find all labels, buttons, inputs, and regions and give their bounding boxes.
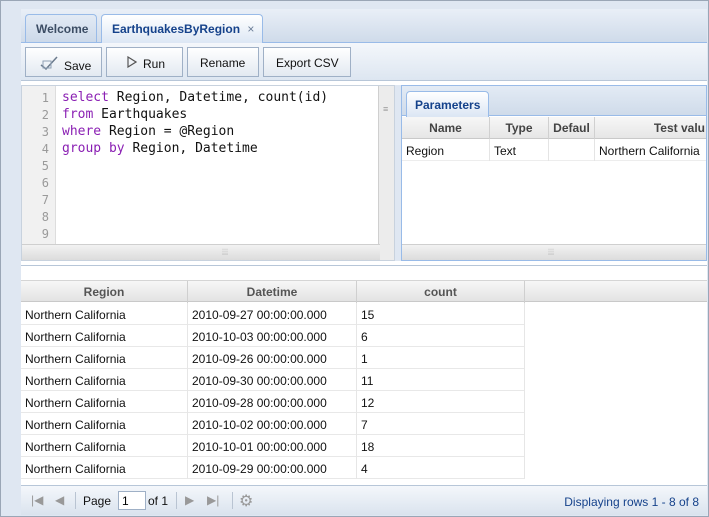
scroll-grip-icon: ⦙⦙⦙ xyxy=(548,247,555,257)
line-number: 4 xyxy=(41,142,49,156)
cell-region: Northern California xyxy=(21,435,188,457)
first-page-icon[interactable]: |◀ xyxy=(31,493,43,507)
tab-parameters[interactable]: Parameters xyxy=(406,91,490,117)
cell-region: Northern California xyxy=(21,457,188,479)
param-name[interactable]: Region xyxy=(402,139,490,161)
line-number: 6 xyxy=(41,176,49,190)
line-number: 3 xyxy=(41,125,49,139)
scroll-grip-icon: ⦙⦙⦙ xyxy=(222,247,229,257)
table-row[interactable]: Northern California 2010-10-03 00:00:00.… xyxy=(21,325,525,347)
cell-count: 18 xyxy=(357,435,525,457)
toolbar-separator xyxy=(176,492,177,509)
cell-datetime: 2010-10-02 00:00:00.000 xyxy=(188,413,357,435)
toolbar-separator xyxy=(75,492,76,509)
results-header: Region Datetime count xyxy=(21,280,707,303)
table-row[interactable]: Region Text Northern California xyxy=(402,139,706,161)
cell-region: Northern California xyxy=(21,303,188,325)
export-csv-button[interactable]: Export CSV xyxy=(263,47,351,77)
cell-count: 11 xyxy=(357,369,525,391)
cell-datetime: 2010-09-26 00:00:00.000 xyxy=(188,347,357,369)
cell-count: 4 xyxy=(357,457,525,479)
close-icon[interactable]: × xyxy=(247,22,254,36)
table-row[interactable]: Northern California 2010-10-01 00:00:00.… xyxy=(21,435,525,457)
line-number: 2 xyxy=(41,108,49,122)
sql-editor[interactable]: 1 2 3 4 5 6 7 8 9 10 select Region, Date… xyxy=(21,85,395,261)
code-line: group by Region, Datetime xyxy=(62,141,258,156)
query-panel: Save Run Rename Export CSV 1 2 3 4 5 6 7… xyxy=(21,43,707,515)
param-test-value[interactable]: Northern California xyxy=(595,139,706,161)
column-header-name[interactable]: Name xyxy=(402,117,490,139)
code-line: from Earthquakes xyxy=(62,107,188,122)
column-header-count[interactable]: count xyxy=(357,281,525,303)
parameters-panel: Parameters Name Type Defaul Test valu Re… xyxy=(401,85,707,261)
cell-region: Northern California xyxy=(21,413,188,435)
cell-count: 15 xyxy=(357,303,525,325)
scroll-grip-icon: ≡ xyxy=(383,104,389,114)
tab-label: EarthquakesByRegion xyxy=(112,22,241,36)
table-row[interactable]: Northern California 2010-09-28 00:00:00.… xyxy=(21,391,525,413)
cell-datetime: 2010-10-03 00:00:00.000 xyxy=(188,325,357,347)
page-label: Page xyxy=(83,494,112,508)
cell-datetime: 2010-09-27 00:00:00.000 xyxy=(188,303,357,325)
refresh-icon[interactable]: ⚙ xyxy=(239,491,253,511)
line-number: 8 xyxy=(41,210,49,224)
line-number: 9 xyxy=(41,227,49,241)
line-number: 5 xyxy=(41,159,49,173)
results-grid: Region Datetime count Northern Californi… xyxy=(21,265,707,485)
page-count-label: of 1 xyxy=(148,494,169,508)
tab-earthquakes-by-region[interactable]: EarthquakesByRegion × xyxy=(101,14,264,44)
toolbar: Save Run Rename Export CSV xyxy=(21,43,707,81)
column-header-default[interactable]: Defaul xyxy=(549,117,595,139)
cell-count: 7 xyxy=(357,413,525,435)
column-header-test-value[interactable]: Test valu xyxy=(595,117,706,139)
table-row[interactable]: Northern California 2010-09-27 00:00:00.… xyxy=(21,303,525,325)
cell-datetime: 2010-09-29 00:00:00.000 xyxy=(188,457,357,479)
cell-count: 6 xyxy=(357,325,525,347)
cell-datetime: 2010-09-30 00:00:00.000 xyxy=(188,369,357,391)
previous-page-icon[interactable]: ◀ xyxy=(55,493,64,507)
parameters-horizontal-scrollbar[interactable]: ⦙⦙⦙ xyxy=(402,244,706,260)
param-type[interactable]: Text xyxy=(490,139,549,161)
toolbar-separator xyxy=(232,492,233,509)
paging-toolbar: |◀ ◀ Page of 1 ▶ ▶| ⚙ Displaying rows 1 … xyxy=(21,485,707,515)
column-header-type[interactable]: Type xyxy=(490,117,549,139)
last-page-icon[interactable]: ▶| xyxy=(207,493,219,507)
code-line: where Region = @Region xyxy=(62,124,235,139)
cell-datetime: 2010-10-01 00:00:00.000 xyxy=(188,435,357,457)
table-row[interactable]: Northern California 2010-09-30 00:00:00.… xyxy=(21,369,525,391)
cell-region: Northern California xyxy=(21,325,188,347)
code-line: select Region, Datetime, count(id) xyxy=(62,90,329,105)
parameters-tab-strip: Parameters xyxy=(402,86,706,117)
editor-vertical-scrollbar[interactable]: ≡ xyxy=(378,86,394,260)
table-row[interactable]: Northern California 2010-10-02 00:00:00.… xyxy=(21,413,525,435)
param-default[interactable] xyxy=(549,139,595,161)
tab-welcome[interactable]: Welcome xyxy=(25,14,98,42)
cell-region: Northern California xyxy=(21,391,188,413)
next-page-icon[interactable]: ▶ xyxy=(185,493,194,507)
displaying-rows-label: Displaying rows 1 - 8 of 8 xyxy=(564,495,699,509)
save-icon xyxy=(40,56,58,73)
table-row[interactable]: Northern California 2010-09-26 00:00:00.… xyxy=(21,347,525,369)
table-row[interactable]: Northern California 2010-09-29 00:00:00.… xyxy=(21,457,525,479)
line-number: 1 xyxy=(41,91,49,105)
play-icon xyxy=(127,55,138,71)
rename-button[interactable]: Rename xyxy=(187,47,259,77)
tab-bar: Welcome EarthquakesByRegion × xyxy=(21,9,707,44)
cell-count: 1 xyxy=(357,347,525,369)
parameters-header: Name Type Defaul Test valu xyxy=(402,117,706,139)
page-number-input[interactable] xyxy=(118,491,146,510)
cell-region: Northern California xyxy=(21,369,188,391)
line-gutter: 1 2 3 4 5 6 7 8 9 10 xyxy=(22,86,56,258)
cell-region: Northern California xyxy=(21,347,188,369)
editor-horizontal-scrollbar[interactable]: ⦙⦙⦙ xyxy=(22,244,380,260)
tab-label: Welcome xyxy=(36,22,89,36)
save-button[interactable]: Save xyxy=(25,47,102,77)
run-button[interactable]: Run xyxy=(106,47,183,77)
line-number: 7 xyxy=(41,193,49,207)
cell-count: 12 xyxy=(357,391,525,413)
cell-datetime: 2010-09-28 00:00:00.000 xyxy=(188,391,357,413)
column-header-region[interactable]: Region xyxy=(21,281,188,303)
app-window: Welcome EarthquakesByRegion × Save Run R… xyxy=(0,0,709,517)
column-header-datetime[interactable]: Datetime xyxy=(188,281,357,303)
